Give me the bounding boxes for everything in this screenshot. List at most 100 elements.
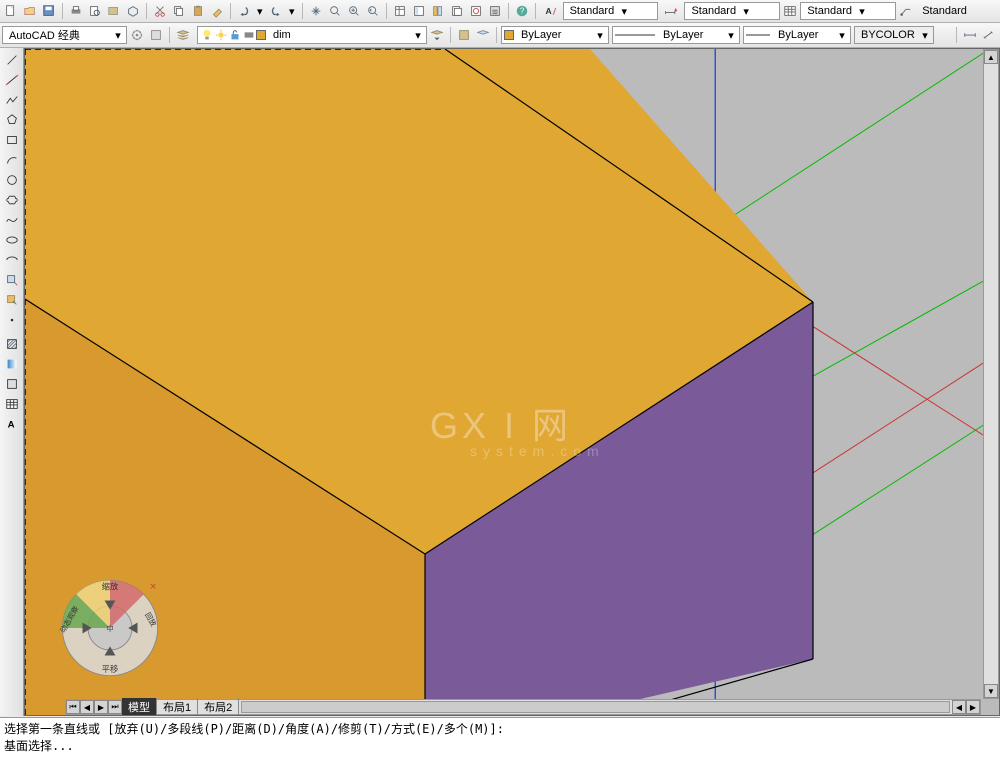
mtext-icon[interactable]: A: [2, 414, 22, 434]
scroll-down-icon[interactable]: ▼: [984, 684, 998, 698]
dim-aligned-icon[interactable]: [980, 26, 998, 44]
chevron-down-icon: ▾: [412, 29, 424, 42]
pan-icon[interactable]: [307, 2, 325, 20]
point-icon[interactable]: [2, 310, 22, 330]
color-swatch: [504, 30, 514, 40]
undo-dropdown-icon[interactable]: ▾: [254, 5, 266, 18]
hatch-icon[interactable]: [2, 334, 22, 354]
svg-text:中: 中: [106, 624, 113, 633]
insert-block-icon[interactable]: [2, 270, 22, 290]
tool-palette-icon[interactable]: [429, 2, 447, 20]
lineweight-dropdown[interactable]: ByLayer ▾: [743, 26, 851, 44]
zoom-window-icon[interactable]: [345, 2, 363, 20]
multileader-style-label: Standard: [918, 5, 971, 17]
lightbulb-icon: [200, 28, 214, 42]
redo-icon[interactable]: [267, 2, 285, 20]
gradient-icon[interactable]: [2, 354, 22, 374]
new-icon[interactable]: [2, 2, 20, 20]
layer-iso-icon[interactable]: [474, 26, 492, 44]
color-dropdown[interactable]: ByLayer ▾: [501, 26, 609, 44]
command-line[interactable]: 选择第一条直线或 [放弃(U)/多段线(P)/距离(D)/角度(A)/修剪(T)…: [0, 717, 1000, 761]
construction-line-icon[interactable]: [2, 70, 22, 90]
quickcalc-icon[interactable]: [486, 2, 504, 20]
multileader-style-icon[interactable]: [897, 2, 915, 20]
plotstyle-label: BYCOLOR: [857, 29, 919, 41]
svg-text:A: A: [545, 6, 551, 16]
arc-icon[interactable]: [2, 150, 22, 170]
dim-style-dropdown[interactable]: Standard▾: [684, 2, 780, 20]
plotstyle-dropdown[interactable]: BYCOLOR ▾: [854, 26, 934, 44]
cut-icon[interactable]: [151, 2, 169, 20]
tab-first-icon[interactable]: ⏮: [66, 700, 80, 714]
text-style-1-label: Standard: [566, 5, 619, 17]
help-icon[interactable]: ?: [513, 2, 531, 20]
text-style-dropdown-1[interactable]: Standard▾: [563, 2, 659, 20]
scroll-right-icon[interactable]: ▶: [966, 700, 980, 714]
markup-icon[interactable]: [467, 2, 485, 20]
open-icon[interactable]: [21, 2, 39, 20]
undo-icon[interactable]: [235, 2, 253, 20]
chevron-down-icon: ▾: [836, 29, 848, 42]
layer-manager-icon[interactable]: [174, 26, 192, 44]
scroll-left-icon[interactable]: ◀: [952, 700, 966, 714]
layer-color-swatch: [256, 30, 266, 40]
redo-dropdown-icon[interactable]: ▾: [286, 5, 298, 18]
table-style-dropdown[interactable]: Standard▾: [800, 2, 896, 20]
table-style-icon[interactable]: [781, 2, 799, 20]
print-icon[interactable]: [67, 2, 85, 20]
linetype-dropdown[interactable]: ByLayer ▾: [612, 26, 740, 44]
tab-layout2[interactable]: 布局2: [198, 698, 239, 716]
workspace-save-icon[interactable]: [147, 26, 165, 44]
polyline-icon[interactable]: [2, 90, 22, 110]
table-icon[interactable]: [2, 394, 22, 414]
layer-previous-icon[interactable]: [428, 26, 446, 44]
rectangle-icon[interactable]: [2, 130, 22, 150]
polygon-icon[interactable]: [2, 110, 22, 130]
navigation-wheel[interactable]: 缩放 平移 动态观察 回放 中 ✕: [55, 573, 165, 683]
publish-icon[interactable]: [105, 2, 123, 20]
dim-style-icon[interactable]: [659, 2, 683, 20]
tab-next-icon[interactable]: ▶: [94, 700, 108, 714]
revision-cloud-icon[interactable]: [2, 190, 22, 210]
zoom-previous-icon[interactable]: [364, 2, 382, 20]
spline-icon[interactable]: [2, 210, 22, 230]
ellipse-arc-icon[interactable]: [2, 250, 22, 270]
copy-icon[interactable]: [170, 2, 188, 20]
standard-toolbar: ▾ ▾ ? A Standard▾ Standard▾ Standard▾ St…: [0, 0, 1000, 23]
save-icon[interactable]: [40, 2, 58, 20]
text-style-icon[interactable]: A: [540, 2, 562, 20]
vertical-scrollbar[interactable]: ▲ ▼: [983, 49, 999, 699]
workspace-dropdown[interactable]: AutoCAD 经典 ▾: [2, 26, 127, 44]
chevron-down-icon: ▾: [725, 29, 737, 42]
multileader-style-dropdown[interactable]: Standard: [916, 2, 998, 20]
workspace-settings-icon[interactable]: [128, 26, 146, 44]
tab-prev-icon[interactable]: ◀: [80, 700, 94, 714]
tab-model[interactable]: 模型: [122, 698, 157, 716]
properties-icon[interactable]: [391, 2, 409, 20]
layer-dropdown[interactable]: dim ▾: [197, 26, 427, 44]
chevron-down-icon: ▾: [594, 29, 606, 42]
sheet-set-icon[interactable]: [448, 2, 466, 20]
3d-icon[interactable]: [124, 2, 142, 20]
match-properties-icon[interactable]: [208, 2, 226, 20]
model-viewport[interactable]: GX I 网 system.com 缩放 平移 动态观察 回放 中 ✕ ▲: [24, 48, 1000, 716]
circle-icon[interactable]: [2, 170, 22, 190]
design-center-icon[interactable]: [410, 2, 428, 20]
hscroll-track[interactable]: [241, 701, 950, 713]
scroll-up-icon[interactable]: ▲: [984, 50, 998, 64]
layout-tabs-bar: ⏮ ◀ ▶ ⏭ 模型 布局1 布局2 ◀ ▶: [65, 699, 981, 715]
paste-icon[interactable]: [189, 2, 207, 20]
make-block-icon[interactable]: [2, 290, 22, 310]
svg-text:A: A: [7, 420, 14, 431]
svg-text:?: ?: [519, 7, 524, 16]
tab-last-icon[interactable]: ⏭: [108, 700, 122, 714]
zoom-realtime-icon[interactable]: [326, 2, 344, 20]
line-icon[interactable]: [2, 50, 22, 70]
print-preview-icon[interactable]: [86, 2, 104, 20]
dim-linear-icon[interactable]: [961, 26, 979, 44]
tab-layout1[interactable]: 布局1: [157, 698, 198, 716]
region-icon[interactable]: [2, 374, 22, 394]
ellipse-icon[interactable]: [2, 230, 22, 250]
properties-toolbar: AutoCAD 经典 ▾ dim ▾ ByLayer ▾ ByLayer ▾ B…: [0, 23, 1000, 48]
layer-states-icon[interactable]: [455, 26, 473, 44]
